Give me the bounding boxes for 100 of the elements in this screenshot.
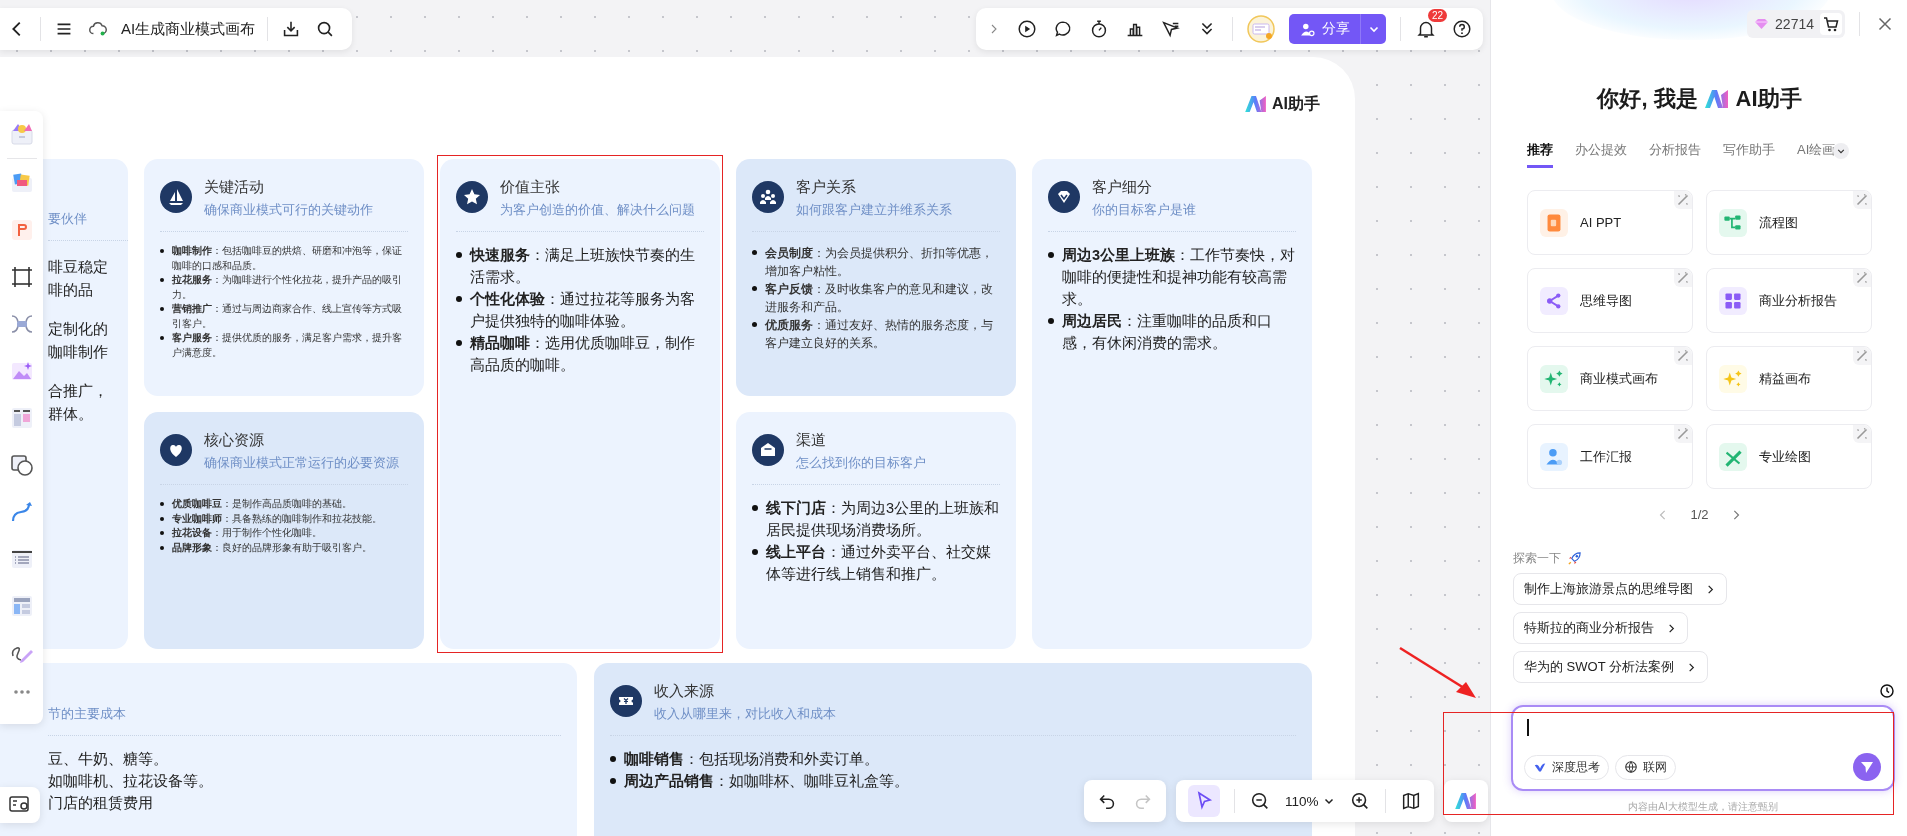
item-text: 周边居民：注重咖啡的品质和口感，有休闲消费的需求。 <box>1062 312 1273 353</box>
category-tab[interactable]: 分析报告 <box>1649 140 1701 168</box>
template-thumbnail[interactable] <box>1247 15 1275 43</box>
item-text: 会员制度：为会员提供积分、折扣等优惠，增加客户粘性。 <box>765 245 994 279</box>
bullet-icon <box>752 505 758 511</box>
cursor-icon[interactable] <box>1160 18 1182 40</box>
card-subtitle: 如何跟客户建立并维系关系 <box>796 202 952 219</box>
wand-icon[interactable] <box>1853 347 1871 365</box>
shortcut-card[interactable]: 商业分析报告 <box>1706 268 1872 333</box>
send-button[interactable] <box>1853 753 1881 781</box>
globe-icon <box>1624 760 1638 774</box>
suggestion-chip[interactable]: 特斯拉的商业分析报告 <box>1513 612 1688 644</box>
greeting-text: 你好, 我是 <box>1597 85 1698 113</box>
category-tab[interactable]: 写作助手 <box>1723 140 1775 168</box>
presenter-icon <box>8 795 32 815</box>
zoom-level[interactable]: 110% <box>1285 793 1319 809</box>
wand-icon[interactable] <box>1674 425 1692 443</box>
sailboat-icon <box>160 181 192 213</box>
item-text: 咖啡销售：包括现场消费和外卖订单。 <box>624 750 879 769</box>
wand-icon[interactable] <box>1853 269 1871 287</box>
card-title: 价值主张 <box>500 177 561 197</box>
chevron-down-icon[interactable] <box>1833 143 1850 159</box>
bullet-icon <box>1048 252 1054 258</box>
history-icon[interactable] <box>1879 683 1895 699</box>
logo-icon <box>1244 95 1268 113</box>
category-tab[interactable]: AI绘画 <box>1797 140 1836 168</box>
shortcut-label: 思维导图 <box>1580 291 1632 310</box>
bullet-icon <box>610 756 616 762</box>
item-text: 优质服务：通过友好、热情的服务态度，与客户建立良好的关系。 <box>765 318 994 351</box>
credits-pill[interactable]: 22714 <box>1747 10 1845 38</box>
bullet-icon <box>160 336 164 340</box>
shortcut-label: AI PPT <box>1580 215 1622 230</box>
assistant-button[interactable] <box>1443 780 1488 822</box>
item-text: 线下门店：为周边3公里的上班族和居民提供现场消费场所。 <box>766 499 1000 540</box>
shortcut-label: 流程图 <box>1759 213 1798 232</box>
card-title: 渠道 <box>796 430 827 450</box>
wand-icon[interactable] <box>1674 269 1692 287</box>
item-text: 线上平台：通过外卖平台、社交媒体等进行线上销售和推广。 <box>766 543 992 584</box>
chevron-right-icon <box>1705 583 1716 595</box>
flowchart-icon <box>1719 208 1747 237</box>
card-subtitle: 要伙伴 <box>48 211 88 228</box>
logo-text: AI助手 <box>1272 93 1320 114</box>
item-text: 咖啡制作：包括咖啡豆的烘焙、研磨和冲泡等，保证咖啡的口感和品质。 <box>172 244 403 273</box>
item-text: 门店的租赁费用 <box>48 794 154 813</box>
bullet-icon <box>610 778 616 784</box>
bullet-icon <box>160 545 164 550</box>
chevron-right-icon <box>1666 622 1677 634</box>
chevron-right-icon <box>1686 661 1697 673</box>
card-title: 核心资源 <box>204 430 265 450</box>
bullet-icon <box>456 252 462 258</box>
item-text: 咖啡制作 <box>48 342 109 362</box>
shortcut-card[interactable]: 工作汇报 <box>1527 424 1693 489</box>
chat-input-field[interactable]: 深度思考 联网 <box>1511 705 1895 791</box>
shapes-icon[interactable] <box>8 452 35 478</box>
suggestion-chip[interactable]: 制作上海旅游景点的思维导图 <box>1513 573 1727 605</box>
brand-text: AI助手 <box>1735 85 1802 113</box>
item-text: 拉花设备：用于制作个性化咖啡。 <box>172 526 322 540</box>
presenter-button[interactable] <box>0 787 40 823</box>
mind-map-icon <box>1540 286 1568 315</box>
wand-icon[interactable] <box>1674 191 1692 209</box>
card-title: 收入来源 <box>654 681 715 701</box>
person-icon <box>1540 442 1568 471</box>
wand-icon[interactable] <box>1853 191 1871 209</box>
envelope-icon <box>752 434 784 466</box>
category-tab[interactable]: 办公提效 <box>1575 140 1627 168</box>
card-title: 关键活动 <box>204 177 265 197</box>
shortcut-card[interactable]: 专业绘图 <box>1706 424 1872 489</box>
shortcut-card[interactable]: 流程图 <box>1706 190 1872 255</box>
item-text: 群体。 <box>48 404 94 424</box>
zoom-out-icon[interactable] <box>1249 790 1271 812</box>
grid-icon <box>1719 286 1747 315</box>
gem-icon <box>1753 18 1770 30</box>
wand-icon[interactable] <box>1674 347 1692 365</box>
item-text: 营销推广：通过与周边商家合作、线上宣传等方式吸引客户。 <box>172 302 403 331</box>
shortcut-card[interactable]: 思维导图 <box>1527 268 1693 333</box>
web-search-toggle[interactable]: 联网 <box>1615 754 1676 780</box>
share-button[interactable]: 分享 <box>1289 14 1360 44</box>
category-tab[interactable]: 推荐 <box>1527 140 1553 168</box>
select-tool-icon[interactable] <box>1188 785 1220 817</box>
document-title[interactable]: AI生成商业模式画布 <box>121 19 256 39</box>
card-subtitle: 收入从哪里来，对比收入和成本 <box>654 706 836 723</box>
explore-label: 探索一下 <box>1513 550 1561 567</box>
bullet-icon <box>1048 318 1054 324</box>
suggestion-chip[interactable]: 华为的 SWOT 分析法案例 <box>1513 651 1708 683</box>
bullet-icon <box>160 307 164 311</box>
shortcut-card[interactable]: 精益画布 <box>1706 346 1872 411</box>
help-icon[interactable] <box>1451 18 1473 40</box>
card-subtitle: 节的主要成本 <box>48 706 126 723</box>
shortcut-card[interactable]: 商业模式画布 <box>1527 346 1693 411</box>
share-menu-button[interactable] <box>1360 14 1386 44</box>
play-icon[interactable] <box>1016 18 1038 40</box>
bullet-icon <box>752 250 757 256</box>
bullet-icon <box>456 296 462 302</box>
shortcut-card[interactable]: AI PPT <box>1527 190 1693 255</box>
ticket-icon <box>610 685 642 717</box>
wand-icon[interactable] <box>1853 425 1871 443</box>
deep-think-toggle[interactable]: 深度思考 <box>1524 754 1609 780</box>
item-text: 合推广， <box>48 381 109 401</box>
cart-icon[interactable] <box>1820 13 1842 35</box>
text-cursor <box>1527 719 1529 736</box>
